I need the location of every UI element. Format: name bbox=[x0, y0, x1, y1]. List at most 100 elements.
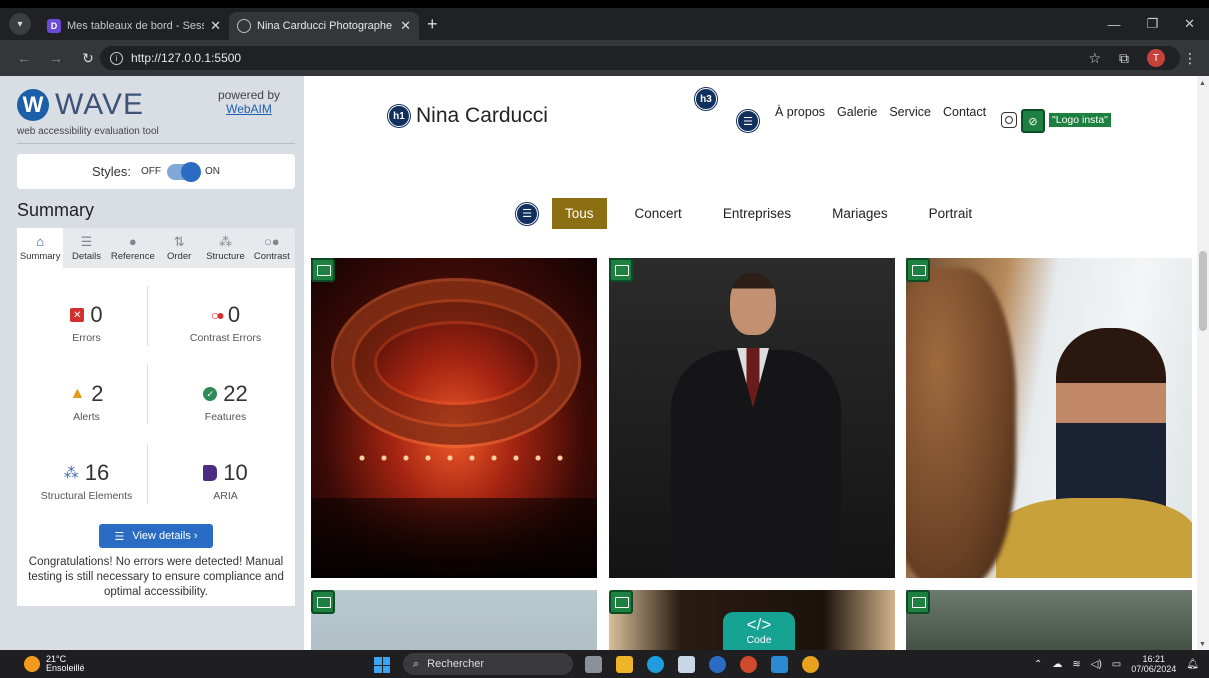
chevron-up-icon[interactable]: ⌃ bbox=[1034, 659, 1042, 670]
gallery-photo[interactable] bbox=[311, 590, 597, 650]
back-icon[interactable]: ← bbox=[16, 50, 32, 66]
order-icon: ⇅ bbox=[173, 234, 185, 249]
tab-order[interactable]: ⇅ Order bbox=[156, 228, 202, 268]
browser-tab-dashboard[interactable]: D Mes tableaux de bord - Session ✕ bbox=[39, 12, 229, 40]
tab-structure[interactable]: ⁂ Structure bbox=[202, 228, 248, 268]
stat-alerts[interactable]: ▲ 2 Alerts bbox=[17, 381, 156, 423]
profile-avatar[interactable]: T bbox=[1147, 49, 1165, 67]
gallery-photo-business[interactable] bbox=[609, 258, 895, 578]
stat-features[interactable]: ✓ 22 Features bbox=[156, 381, 295, 423]
list-badge-icon[interactable]: ☰ bbox=[737, 110, 759, 132]
wave-code-button[interactable]: </> Code bbox=[723, 612, 795, 650]
structure-icon: ⁂ bbox=[218, 234, 232, 249]
dell-icon[interactable] bbox=[709, 656, 726, 673]
search-placeholder: Rechercher bbox=[427, 658, 485, 670]
filter-mariages[interactable]: Mariages bbox=[819, 198, 901, 229]
filter-entreprises[interactable]: Entreprises bbox=[710, 198, 804, 229]
scroll-up-icon[interactable]: ▲ bbox=[1199, 80, 1206, 87]
wave-logo-icon: W bbox=[17, 89, 49, 121]
stat-contrast-errors[interactable]: ○● 0 Contrast Errors bbox=[156, 302, 295, 344]
restore-icon[interactable]: ❐ bbox=[1146, 16, 1158, 32]
image-alt-icon[interactable] bbox=[609, 590, 633, 614]
powerpoint-icon[interactable] bbox=[740, 656, 757, 673]
tab-contrast[interactable]: ○● Contrast bbox=[249, 228, 295, 268]
nav-link-service[interactable]: Service bbox=[889, 105, 931, 119]
cloud-icon[interactable]: ☁ bbox=[1052, 659, 1062, 670]
filter-concert[interactable]: Concert bbox=[622, 198, 695, 229]
close-window-icon[interactable]: ✕ bbox=[1184, 16, 1195, 32]
scroll-down-icon[interactable]: ▼ bbox=[1199, 641, 1206, 648]
list-badge-icon[interactable]: ☰ bbox=[516, 202, 538, 225]
code-icon: </> bbox=[746, 615, 772, 634]
stat-structural[interactable]: ⁂ 16 Structural Elements bbox=[17, 460, 156, 502]
gallery-photo[interactable] bbox=[906, 590, 1192, 650]
store-icon[interactable] bbox=[678, 656, 695, 673]
image-alt-icon[interactable] bbox=[311, 258, 335, 282]
new-tab-button[interactable]: + bbox=[427, 14, 438, 35]
more-menu-icon[interactable]: ⋮ bbox=[1183, 50, 1197, 67]
image-alt-icon[interactable] bbox=[906, 590, 930, 614]
taskbar-search[interactable]: ⌕ Rechercher bbox=[403, 653, 573, 675]
stat-value: 16 bbox=[84, 460, 110, 485]
stat-value: 0 bbox=[90, 302, 103, 327]
stat-errors[interactable]: ✕ 0 Errors bbox=[17, 302, 156, 344]
toolbar-right: ☆ ⧉ T ⋮ bbox=[1088, 40, 1197, 76]
styles-toggle[interactable] bbox=[167, 161, 201, 182]
gallery-photo-meeting[interactable] bbox=[906, 258, 1192, 578]
nav-link-galerie[interactable]: Galerie bbox=[837, 105, 877, 119]
browser-tab-nina[interactable]: Nina Carducci Photographe à l ✕ bbox=[229, 12, 419, 40]
chrome-icon[interactable] bbox=[802, 656, 819, 673]
scrollbar-thumb[interactable] bbox=[1199, 251, 1207, 331]
windows-taskbar: 21°C Ensoleillé ⌕ Rechercher ⌃ ☁ ≋ ◁) ▭ … bbox=[0, 650, 1209, 678]
image-alt-icon[interactable] bbox=[609, 258, 633, 282]
linked-image-icon[interactable]: ⊘ bbox=[1021, 109, 1045, 133]
tab-details[interactable]: ☰ Details bbox=[63, 228, 109, 268]
webaim-link[interactable]: WebAIM bbox=[218, 102, 280, 116]
h1-badge-icon[interactable]: h1 bbox=[388, 105, 410, 127]
nav-link-contact[interactable]: Contact bbox=[943, 105, 986, 119]
file-explorer-icon[interactable] bbox=[616, 656, 633, 673]
bookmark-star-icon[interactable]: ☆ bbox=[1088, 50, 1101, 67]
h3-badge-icon[interactable]: h3 bbox=[695, 88, 717, 110]
task-view-icon[interactable] bbox=[585, 656, 602, 673]
tab-reference[interactable]: ● Reference bbox=[110, 228, 156, 268]
instagram-icon[interactable] bbox=[1001, 112, 1017, 128]
feature-check-icon: ✓ bbox=[203, 387, 218, 401]
battery-icon[interactable]: ▭ bbox=[1112, 659, 1121, 670]
tab-summary[interactable]: ⌂ Summary bbox=[17, 228, 64, 268]
tab-label: Reference bbox=[110, 251, 155, 262]
volume-icon[interactable]: ◁) bbox=[1091, 659, 1102, 670]
gallery-photo-concert[interactable] bbox=[311, 258, 597, 578]
wifi-icon[interactable]: ≋ bbox=[1072, 659, 1080, 670]
close-tab-icon[interactable]: ✕ bbox=[210, 18, 221, 34]
edge-icon[interactable] bbox=[647, 656, 664, 673]
stat-label: ARIA bbox=[213, 490, 238, 502]
stat-aria[interactable]: 10 ARIA bbox=[156, 460, 295, 502]
filter-tous[interactable]: Tous bbox=[552, 198, 607, 229]
extensions-icon[interactable]: ⧉ bbox=[1119, 50, 1129, 67]
divider bbox=[17, 143, 295, 144]
page-scrollbar[interactable]: ▲ ▼ bbox=[1197, 76, 1209, 650]
filter-portrait[interactable]: Portrait bbox=[916, 198, 986, 229]
nav-link-apropos[interactable]: À propos bbox=[775, 105, 825, 119]
forward-icon[interactable]: → bbox=[48, 50, 64, 66]
site-info-icon[interactable]: i bbox=[110, 51, 123, 65]
notification-bell-icon[interactable]: 🔔︎ bbox=[1186, 659, 1199, 670]
view-details-button[interactable]: ☰ View details › bbox=[99, 524, 213, 548]
windows-start-icon[interactable] bbox=[374, 657, 390, 673]
close-tab-icon[interactable]: ✕ bbox=[400, 18, 411, 34]
minimize-icon[interactable]: — bbox=[1107, 17, 1120, 32]
globe-icon bbox=[237, 19, 251, 33]
tab-search-button[interactable]: ▾ bbox=[9, 13, 31, 35]
image-alt-icon[interactable] bbox=[311, 590, 335, 614]
image-alt-icon[interactable] bbox=[906, 258, 930, 282]
stat-value: 22 bbox=[223, 381, 248, 406]
weather-widget[interactable]: 21°C Ensoleillé bbox=[24, 655, 85, 673]
tab-title: Nina Carducci Photographe à l bbox=[257, 20, 395, 32]
photo-detail bbox=[351, 454, 571, 462]
weather-condition: Ensoleillé bbox=[46, 663, 85, 673]
url-bar[interactable]: i http://127.0.0.1:5500 bbox=[100, 46, 1180, 70]
reload-icon[interactable]: ↻ bbox=[80, 50, 96, 67]
system-clock[interactable]: 16:21 07/06/2024 bbox=[1131, 654, 1176, 674]
vscode-icon[interactable] bbox=[771, 656, 788, 673]
